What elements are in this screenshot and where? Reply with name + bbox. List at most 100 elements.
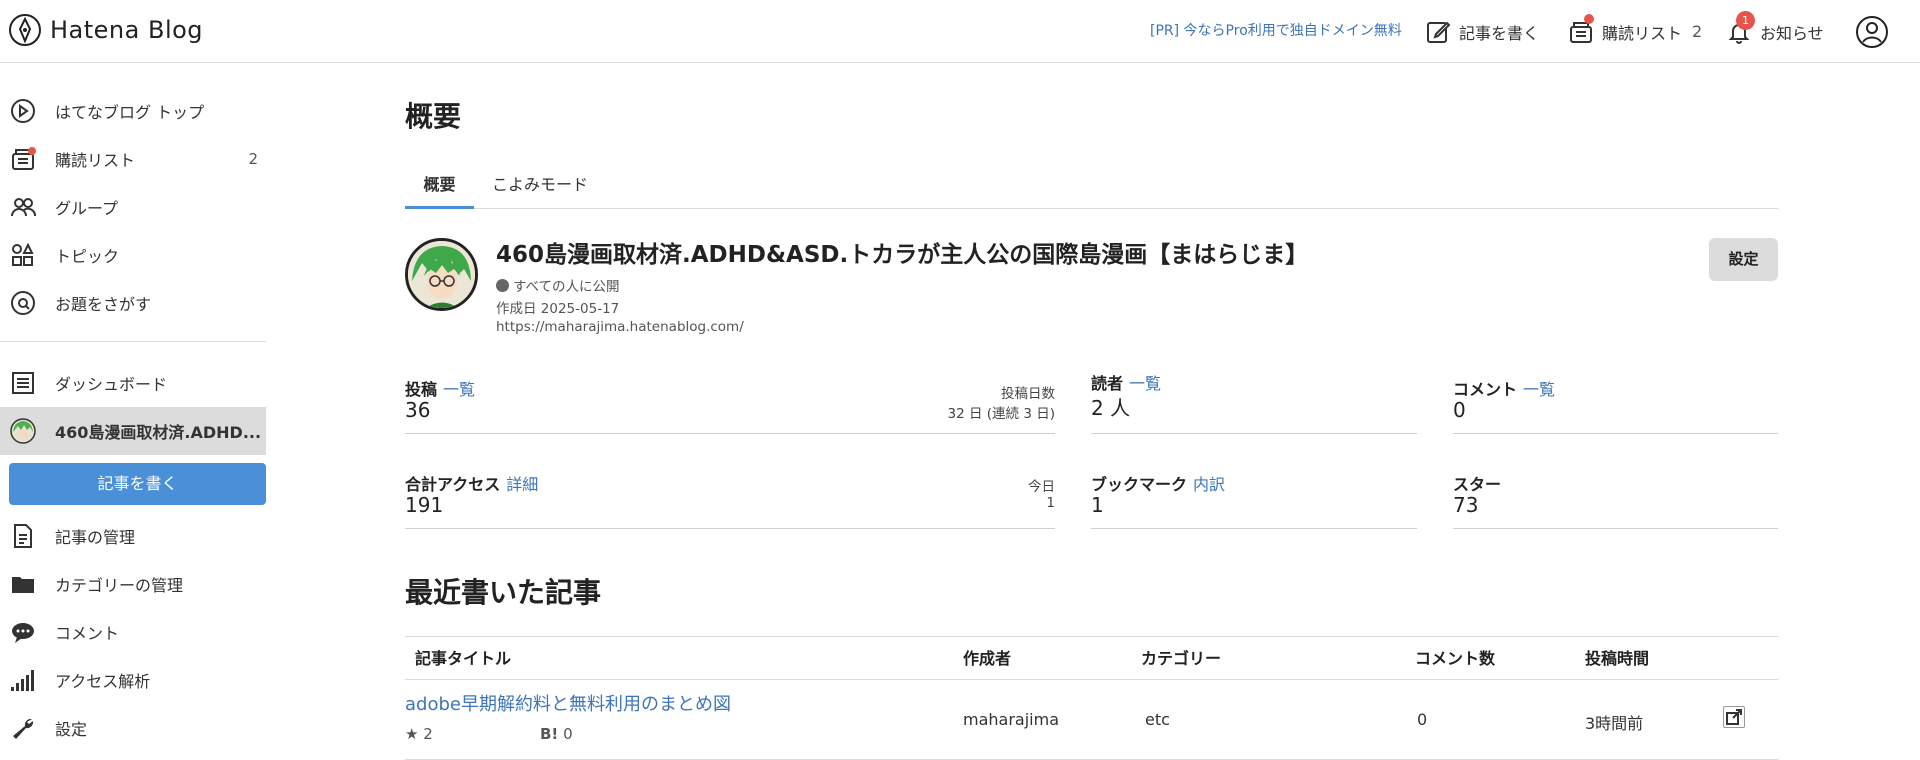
sidebar-item-manage-categories[interactable]: カテゴリーの管理 [0,560,266,608]
notification-badge: 1 [1736,11,1755,30]
header-notifications-label: お知らせ [1760,23,1824,43]
page-title: 概要 [405,100,462,133]
article-posted-time: 3時間前 [1585,714,1644,733]
sidebar-write-button[interactable]: 記事を書く [9,463,266,505]
stat-value: 1 [1091,493,1104,517]
sidebar-item-label: トピック [55,247,120,266]
stat-label: 投稿 一覧 [405,376,475,400]
stat-label-text: 合計アクセス [405,475,501,494]
stat-posts: 投稿 一覧 36 投稿日数 32 日 (連続 3 日) [405,376,1055,434]
topic-icon [10,242,36,268]
globe-icon [496,279,509,292]
column-header-title: 記事タイトル [415,649,512,668]
readers-list-link[interactable]: 一覧 [1129,374,1161,393]
stat-label: 読者 一覧 [1091,370,1161,394]
posts-list-link[interactable]: 一覧 [443,380,475,399]
stat-comments: コメント 一覧 0 [1453,376,1778,434]
sidebar: はてなブログ トップ 購読リスト 2 グループ トピック お題をさがす ダッシュ… [0,63,266,760]
user-menu[interactable] [1855,0,1889,63]
sidebar-item-hatena-top[interactable]: はてなブログ トップ [0,87,266,135]
sidebar-item-label: 購読リスト [55,151,136,170]
pen-nib-logo-icon [9,14,41,46]
wrench-icon [10,715,36,741]
header-reading-list-link[interactable]: 購読リスト 2 [1568,0,1702,63]
blog-avatar-icon [10,418,36,444]
stat-label: 合計アクセス 詳細 [405,471,538,495]
sidebar-item-current-blog[interactable]: 460島漫画取材済.ADHD... [0,407,266,455]
sidebar-item-group[interactable]: グループ [0,183,266,231]
article-category: etc [1145,710,1170,729]
header-notifications-link[interactable]: お知らせ [1726,0,1824,63]
stat-value: 2 人 [1091,396,1131,420]
search-theme-icon [10,290,36,316]
stat-readers: 読者 一覧 2 人 [1091,370,1417,434]
sidebar-item-label: 460島漫画取材済.ADHD... [55,423,262,442]
stat-value: 0 [1453,398,1466,422]
visibility-text: すべての人に公開 [513,279,620,295]
comments-list-link[interactable]: 一覧 [1523,380,1555,399]
blog-avatar [405,238,478,311]
stat-value: 36 [405,398,431,422]
top-header: Hatena Blog [PR] 今ならPro利用で独自ドメイン無料 記事を書く… [0,0,1920,63]
tab-overview[interactable]: 概要 [405,167,474,209]
stat-label: コメント 一覧 [1453,376,1555,400]
blog-visibility: すべての人に公開 [496,275,620,295]
tab-calendar-mode[interactable]: こよみモード [492,167,588,209]
column-header-author: 作成者 [963,649,1012,668]
open-external-button[interactable] [1723,706,1745,728]
blog-created-date: 作成日 2025-05-17 [496,301,620,317]
edit-icon [1427,21,1451,43]
sidebar-item-topic[interactable]: トピック [0,231,266,279]
article-title-link[interactable]: adobe早期解約料と無料利用のまとめ図 [405,690,731,716]
sidebar-item-label: カテゴリーの管理 [55,576,184,595]
stat-value: 191 [405,493,444,517]
sidebar-item-count: 2 [248,150,258,168]
sidebar-item-label: はてなブログ トップ [55,103,205,122]
stat-label-text: コメント [1453,380,1518,399]
sidebar-item-settings[interactable]: 設定 [0,704,266,752]
stat-label: スター [1453,475,1502,494]
external-link-icon [1726,709,1742,725]
sidebar-item-label: ダッシュボード [55,375,168,394]
blog-url[interactable]: https://maharajima.hatenablog.com/ [496,319,744,335]
document-icon [10,523,36,549]
stat-label: ブックマーク 内訳 [1091,471,1225,495]
sidebar-item-reading-list[interactable]: 購読リスト 2 [0,135,266,183]
stat-label-text: 読者 [1091,374,1124,393]
article-comment-count: 0 [1417,710,1428,729]
stat-side-label: 今日 [1028,479,1055,495]
blog-settings-button[interactable]: 設定 [1709,238,1778,281]
column-header-comments: コメント数 [1415,649,1496,668]
sidebar-item-find-theme[interactable]: お題をさがす [0,279,266,327]
header-write-label: 記事を書く [1459,23,1540,43]
access-detail-link[interactable]: 詳細 [506,475,538,494]
header-reading-list-label: 購読リスト [1602,23,1683,43]
pr-link[interactable]: [PR] 今ならPro利用で独自ドメイン無料 [1150,0,1402,63]
logo-text: Hatena Blog [50,16,204,44]
bookmark-count: 0 [563,725,573,743]
stat-value: 73 [1453,493,1479,517]
sidebar-item-manage-articles[interactable]: 記事の管理 [0,512,266,560]
header-reading-list-count: 2 [1692,22,1703,41]
sidebar-item-label: アクセス解析 [55,672,151,691]
article-stars: ★ 2 [405,725,433,743]
bookmarks-breakdown-link[interactable]: 内訳 [1193,475,1225,494]
star-icon: ★ [405,725,419,743]
sidebar-item-label: 設定 [55,720,88,739]
blog-title[interactable]: 460島漫画取材済.ADHD&ASD.トカラが主人公の国際島漫画【まはらじま】 [496,235,1308,269]
article-author: maharajima [963,710,1059,729]
recent-articles-title: 最近書いた記事 [405,576,602,609]
article-bookmarks[interactable]: B! 0 [540,725,573,743]
star-count: 2 [423,725,433,743]
sidebar-item-access-analytics[interactable]: アクセス解析 [0,656,266,704]
stat-total-access: 合計アクセス 詳細 191 今日 1 [405,471,1055,529]
header-write-link[interactable]: 記事を書く [1425,0,1539,63]
signal-icon [10,667,36,693]
stat-side-value: 32 日 (連続 3 日) [947,406,1055,422]
hatena-blog-logo[interactable]: Hatena Blog [8,13,203,47]
stat-stars: スター 73 [1453,471,1778,529]
sidebar-item-comments[interactable]: コメント [0,608,266,656]
sidebar-item-dashboard[interactable]: ダッシュボード [0,359,266,407]
stat-side-value: 1 [1046,495,1055,511]
stat-label-text: 投稿 [405,380,438,399]
